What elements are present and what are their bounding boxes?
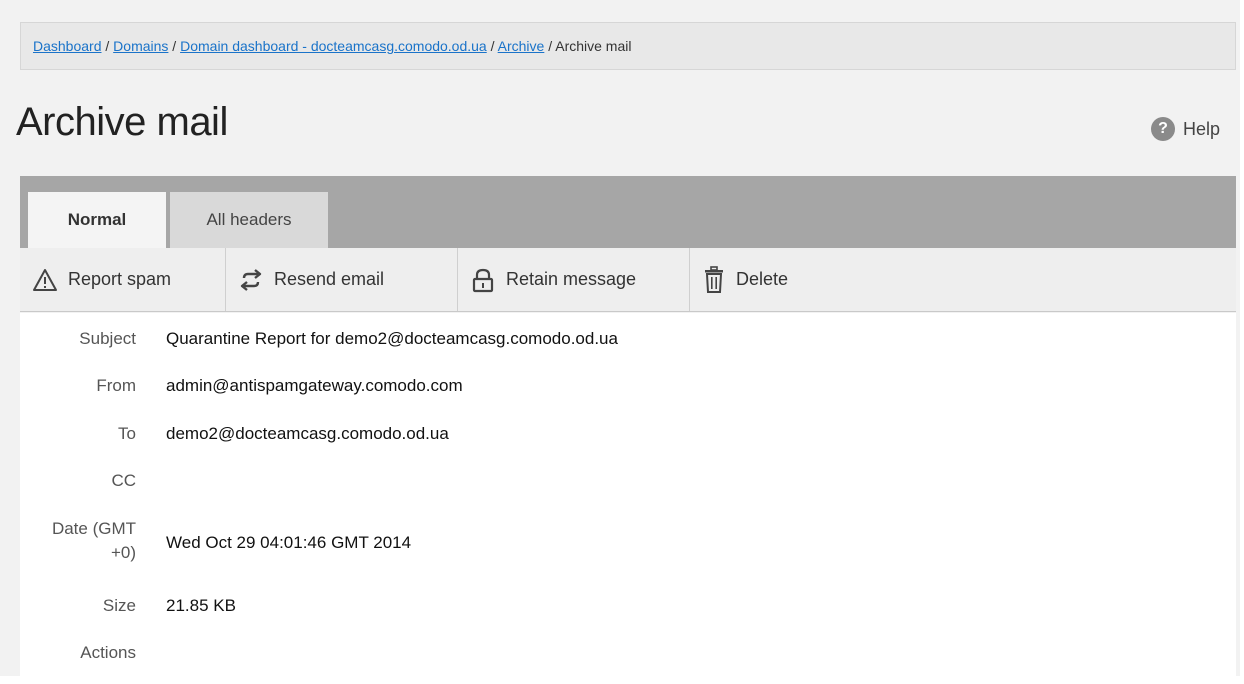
breadcrumb-current: Archive mail bbox=[555, 38, 632, 54]
subject-label: Subject bbox=[79, 329, 136, 348]
trash-icon bbox=[705, 265, 723, 293]
to-label: To bbox=[118, 424, 136, 443]
help-label: Help bbox=[1182, 118, 1220, 139]
cc-label: CC bbox=[111, 471, 136, 490]
breadcrumb-separator: / bbox=[544, 38, 556, 54]
report-spam-button[interactable]: Report spam bbox=[20, 248, 226, 311]
delete-label: Delete bbox=[736, 269, 789, 289]
subject-value: Quarantine Report for demo2@docteamcasg.… bbox=[166, 329, 618, 348]
warning-icon bbox=[33, 268, 57, 291]
retain-message-button[interactable]: Retain message bbox=[458, 248, 690, 311]
date-label-line2: +0) bbox=[110, 543, 136, 562]
from-value: admin@antispamgateway.comodo.com bbox=[166, 376, 463, 395]
breadcrumb-separator: / bbox=[101, 38, 114, 54]
tab-normal[interactable]: Normal bbox=[28, 192, 166, 248]
question-circle-icon: ? bbox=[1150, 117, 1175, 141]
tab-bar: Normal All headers bbox=[20, 176, 1236, 248]
help-button[interactable]: ? Help bbox=[1150, 116, 1220, 142]
tab-all-headers[interactable]: All headers bbox=[170, 192, 328, 248]
date-value: Wed Oct 29 04:01:46 GMT 2014 bbox=[166, 533, 412, 552]
size-label: Size bbox=[102, 596, 136, 615]
resend-email-button[interactable]: Resend email bbox=[226, 248, 458, 311]
breadcrumb-dashboard-link[interactable]: Dashboard bbox=[33, 38, 102, 54]
breadcrumb: Dashboard / Domains / Domain dashboard -… bbox=[20, 22, 1236, 70]
retain-message-label: Retain message bbox=[506, 269, 637, 289]
delete-button[interactable]: Delete bbox=[690, 248, 820, 311]
page: Dashboard / Domains / Domain dashboard -… bbox=[0, 0, 1240, 676]
breadcrumb-separator: / bbox=[168, 38, 181, 54]
breadcrumb-domain-dashboard-link[interactable]: Domain dashboard - docteamcasg.comodo.od… bbox=[180, 38, 487, 54]
date-label: Date (GMT +0) bbox=[52, 517, 136, 565]
actions-label: Actions bbox=[80, 643, 136, 662]
from-label: From bbox=[96, 376, 136, 395]
to-value: demo2@docteamcasg.comodo.od.ua bbox=[166, 424, 449, 443]
report-spam-label: Report spam bbox=[68, 269, 172, 289]
page-title: Archive mail bbox=[16, 100, 228, 144]
message-details: Subject Quarantine Report for demo2@doct… bbox=[20, 313, 1236, 676]
breadcrumb-archive-link[interactable]: Archive bbox=[498, 38, 545, 54]
date-label-line1: Date (GMT bbox=[51, 519, 136, 538]
resend-icon bbox=[240, 268, 262, 291]
toolbar: Report spam Resend email Retain message bbox=[20, 248, 1236, 312]
breadcrumb-separator: / bbox=[486, 38, 498, 54]
resend-email-label: Resend email bbox=[274, 269, 385, 289]
breadcrumb-domains-link[interactable]: Domains bbox=[113, 38, 168, 54]
lock-icon bbox=[472, 268, 494, 292]
size-value: 21.85 KB bbox=[166, 596, 236, 615]
